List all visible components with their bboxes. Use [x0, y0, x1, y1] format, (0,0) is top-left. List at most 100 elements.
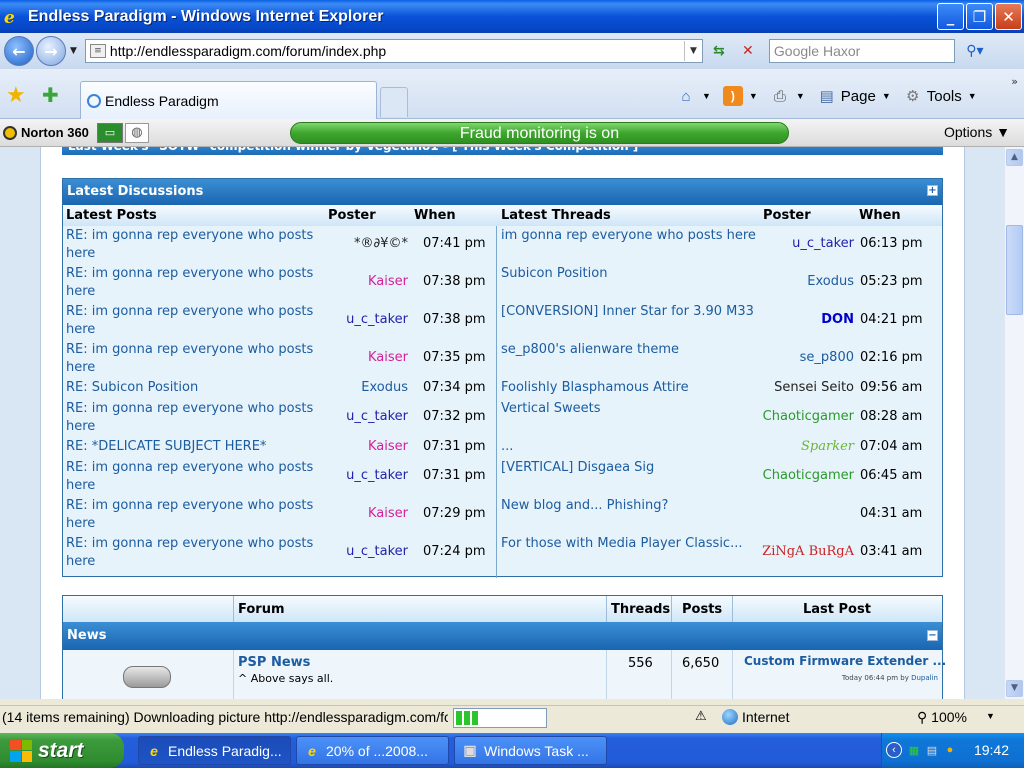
tray-expand-icon[interactable]: ‹: [886, 742, 902, 758]
taskbar-button-download[interactable]: e 20% of ...2008...: [296, 736, 449, 765]
back-button[interactable]: ←: [4, 36, 34, 66]
post-poster-link[interactable]: Kaiser: [368, 506, 408, 521]
print-button[interactable]: ⎙ ▼: [770, 86, 805, 106]
latest-post-link[interactable]: RE: im gonna rep everyone who posts here: [66, 535, 328, 571]
thread-poster-link[interactable]: DON: [821, 312, 854, 327]
recent-pages-dropdown-icon[interactable]: ▼: [70, 46, 77, 56]
maximize-button[interactable]: ❐: [966, 3, 993, 30]
header-last-post: Last Post: [803, 602, 871, 617]
thread-poster-link[interactable]: Chaoticgamer: [763, 468, 854, 483]
windows-logo-icon: [10, 739, 32, 762]
stop-button[interactable]: ✕: [735, 39, 761, 63]
latest-post-link[interactable]: RE: im gonna rep everyone who posts here: [66, 303, 328, 339]
close-button[interactable]: ✕: [995, 3, 1022, 30]
chevron-down-icon: ▼: [881, 91, 891, 101]
refresh-button[interactable]: ⇆: [706, 39, 732, 63]
latest-thread-link[interactable]: Subicon Position: [501, 265, 761, 283]
page-viewport[interactable]: Last Week's "SOTW" competition winner by…: [0, 147, 1004, 699]
address-bar[interactable]: ≡ http://endlessparadigm.com/forum/index…: [84, 39, 703, 63]
thread-poster-link[interactable]: Sparker: [801, 439, 854, 454]
post-poster-link[interactable]: u_c_taker: [346, 468, 408, 483]
latest-thread-link[interactable]: [CONVERSION] Inner Star for 3.90 M33: [501, 303, 761, 321]
tab-endless-paradigm[interactable]: Endless Paradigm: [80, 81, 377, 119]
thread-poster-link[interactable]: u_c_taker: [792, 236, 854, 251]
loading-icon: [87, 93, 101, 108]
chevron-down-icon[interactable]: ▼: [986, 711, 995, 721]
zoom-level[interactable]: ⚲ 100%: [917, 709, 967, 726]
forward-button[interactable]: →: [36, 36, 66, 66]
header-threads: Threads: [611, 602, 671, 617]
thread-poster-link[interactable]: ZiNgA BuRgA: [762, 544, 854, 559]
last-post-author-link[interactable]: Dupalin: [911, 674, 938, 682]
tools-menu-button[interactable]: ⚙ Tools ▼: [903, 86, 977, 106]
progress-block: [456, 711, 462, 725]
thread-poster-link[interactable]: Sensei Seito: [774, 380, 854, 395]
search-button[interactable]: ⚲▾: [957, 39, 993, 63]
latest-thread-link[interactable]: Foolishly Blasphamous Attire: [501, 379, 761, 397]
new-tab-button[interactable]: [380, 87, 408, 117]
thread-poster-link[interactable]: Exodus: [807, 274, 854, 289]
latest-post-link[interactable]: RE: im gonna rep everyone who posts here: [66, 497, 328, 533]
latest-post-link[interactable]: RE: Subicon Position: [66, 379, 328, 397]
minimize-button[interactable]: _: [937, 3, 964, 30]
scroll-up-button[interactable]: ▲: [1006, 149, 1023, 166]
fraud-monitoring-status[interactable]: Fraud monitoring is on: [290, 122, 789, 144]
protected-mode-icon[interactable]: ⚠: [695, 708, 707, 724]
latest-post-link[interactable]: RE: im gonna rep everyone who posts here: [66, 227, 328, 263]
monitor-icon[interactable]: ▤: [924, 742, 940, 758]
start-button[interactable]: start: [0, 733, 124, 768]
header-forum: Forum: [238, 602, 285, 617]
search-input[interactable]: Google Haxor: [768, 39, 955, 63]
last-post-link[interactable]: Custom Firmware Extender ...: [744, 654, 946, 668]
norton-tray-icon[interactable]: ●: [942, 742, 958, 758]
post-poster-link[interactable]: u_c_taker: [346, 312, 408, 327]
latest-thread-link[interactable]: New blog and... Phishing?: [501, 497, 761, 515]
post-poster-link[interactable]: Exodus: [361, 380, 408, 395]
taskbar-button-endless-paradigm[interactable]: e Endless Paradig...: [138, 736, 291, 765]
add-favorites-icon[interactable]: ✚: [42, 83, 59, 107]
forum-name-link[interactable]: PSP News: [238, 655, 310, 670]
sotw-header[interactable]: Last Week's "SOTW" competition winner by…: [62, 147, 943, 155]
latest-post-link[interactable]: RE: im gonna rep everyone who posts here: [66, 341, 328, 377]
latest-thread-link[interactable]: im gonna rep everyone who posts here: [501, 227, 761, 245]
norton-options-button[interactable]: Options ▼: [944, 124, 1010, 140]
post-poster-link[interactable]: Kaiser: [368, 439, 408, 454]
norton-globe-icon[interactable]: ◍: [124, 122, 149, 143]
scroll-down-button[interactable]: ▼: [1006, 680, 1023, 697]
latest-post-link[interactable]: RE: im gonna rep everyone who posts here: [66, 265, 328, 301]
network-icon[interactable]: ▦: [906, 742, 922, 758]
post-poster-link[interactable]: Kaiser: [368, 274, 408, 289]
security-zone[interactable]: Internet: [742, 709, 789, 725]
toolbar-overflow-icon[interactable]: »: [1011, 75, 1018, 88]
page-icon: ▤: [819, 88, 834, 105]
latest-post-link[interactable]: RE: im gonna rep everyone who posts here: [66, 459, 328, 495]
address-url[interactable]: http://endlessparadigm.com/forum/index.p…: [110, 43, 684, 59]
page-menu-button[interactable]: ▤ Page ▼: [817, 86, 891, 106]
post-poster-link[interactable]: Kaiser: [368, 350, 408, 365]
latest-thread-link[interactable]: [VERTICAL] Disgaea Sig: [501, 459, 761, 477]
psp-icon: [123, 666, 171, 688]
title-bar[interactable]: e Endless Paradigm - Windows Internet Ex…: [0, 0, 1024, 33]
news-category-header[interactable]: News −: [63, 622, 942, 650]
latest-thread-link[interactable]: se_p800's alienware theme: [501, 341, 761, 359]
post-poster-link[interactable]: u_c_taker: [346, 409, 408, 424]
latest-post-link[interactable]: RE: im gonna rep everyone who posts here: [66, 400, 328, 436]
scroll-thumb[interactable]: [1006, 225, 1023, 315]
norton-monitor-icon[interactable]: ▭: [96, 122, 123, 143]
expand-icon[interactable]: +: [927, 185, 938, 196]
address-dropdown-icon[interactable]: ▼: [683, 41, 702, 61]
vertical-scrollbar[interactable]: ▲ ▼: [1004, 147, 1024, 699]
home-button[interactable]: ⌂ ▼: [676, 86, 710, 106]
favorites-star-icon[interactable]: ★: [6, 83, 26, 108]
taskbar-button-task-manager[interactable]: ▣ Windows Task ...: [454, 736, 607, 765]
latest-thread-link[interactable]: Vertical Sweets: [501, 400, 761, 418]
feeds-button[interactable]: ) ▼: [722, 86, 758, 106]
thread-poster-link[interactable]: Chaoticgamer: [763, 409, 854, 424]
latest-thread-link[interactable]: ...: [501, 438, 761, 456]
latest-post-link[interactable]: RE: *DELICATE SUBJECT HERE*: [66, 438, 328, 456]
post-poster-link[interactable]: *®∂¥©*: [354, 236, 408, 251]
post-poster-link[interactable]: u_c_taker: [346, 544, 408, 559]
latest-thread-link[interactable]: For those with Media Player Classic...: [501, 535, 761, 553]
thread-poster-link[interactable]: se_p800: [800, 350, 854, 365]
collapse-icon[interactable]: −: [927, 630, 938, 641]
